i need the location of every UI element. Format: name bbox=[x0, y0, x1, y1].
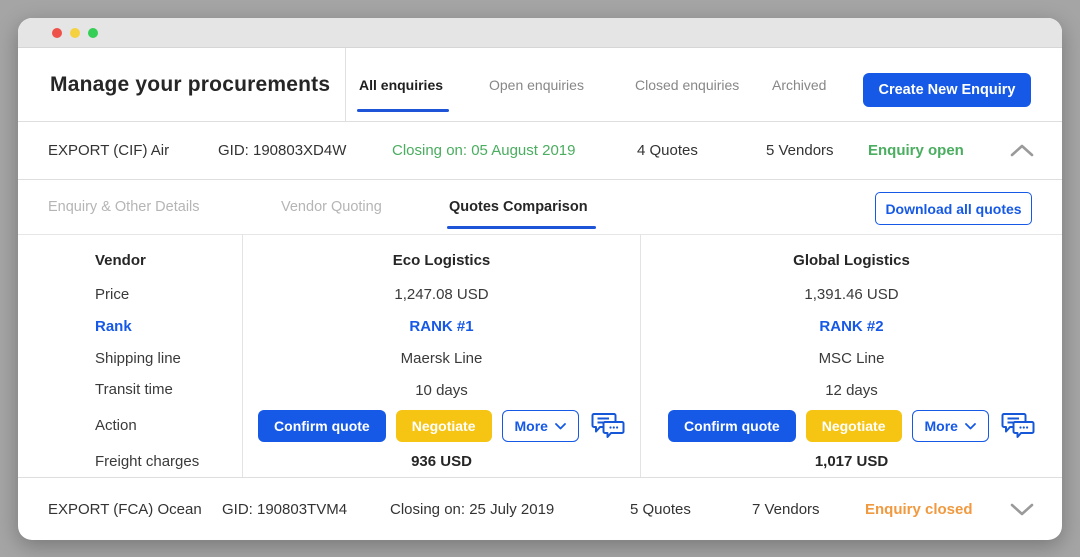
vendor-actions: Confirm quote Negotiate More bbox=[243, 406, 640, 446]
enquiry-row-open: EXPORT (CIF) Air GID: 190803XD4W Closing… bbox=[18, 122, 1062, 180]
vendor-rank: RANK #1 bbox=[243, 311, 640, 343]
vendor-price: 1,391.46 USD bbox=[641, 279, 1062, 311]
vendor-shipping-line: MSC Line bbox=[641, 343, 1062, 375]
vendor-freight-charges: 1,017 USD bbox=[641, 446, 1062, 477]
vendor-transit-time: 10 days bbox=[243, 374, 640, 406]
app-header: Manage your procurements All enquiries O… bbox=[18, 48, 1062, 122]
window-close-button[interactable] bbox=[52, 28, 62, 38]
vendor-name: Global Logistics bbox=[641, 243, 1062, 279]
negotiate-button[interactable]: Negotiate bbox=[396, 410, 492, 442]
label-transit-time: Transit time bbox=[18, 374, 242, 406]
download-all-quotes-button[interactable]: Download all quotes bbox=[875, 192, 1032, 225]
tab-enquiry-other-details[interactable]: Enquiry & Other Details bbox=[48, 180, 200, 234]
chevron-down-icon bbox=[965, 423, 976, 430]
label-price: Price bbox=[18, 279, 242, 311]
confirm-quote-button[interactable]: Confirm quote bbox=[258, 410, 386, 442]
vendor-price: 1,247.08 USD bbox=[243, 279, 640, 311]
enquiry-status-badge: Enquiry closed bbox=[865, 478, 973, 540]
vendor-actions: Confirm quote Negotiate More bbox=[641, 406, 1062, 446]
vendor-freight-charges: 936 USD bbox=[243, 446, 640, 477]
more-actions-button[interactable]: More bbox=[912, 410, 989, 442]
more-actions-button[interactable]: More bbox=[502, 410, 579, 442]
enquiry-quotes-count: 4 Quotes bbox=[637, 122, 698, 179]
tab-quotes-comparison[interactable]: Quotes Comparison bbox=[449, 180, 588, 234]
tab-vendor-quoting[interactable]: Vendor Quoting bbox=[281, 180, 382, 234]
chevron-down-icon[interactable] bbox=[1010, 478, 1034, 540]
label-action: Action bbox=[18, 406, 242, 446]
chat-messages-icon[interactable] bbox=[1001, 412, 1035, 440]
enquiry-detail-tabs: Enquiry & Other Details Vendor Quoting Q… bbox=[18, 180, 1062, 235]
more-label: More bbox=[515, 418, 548, 434]
page-title: Manage your procurements bbox=[50, 48, 330, 121]
tab-closed-enquiries[interactable]: Closed enquiries bbox=[635, 48, 739, 121]
vendor-column-eco-logistics: Eco Logistics 1,247.08 USD RANK #1 Maers… bbox=[243, 235, 641, 477]
enquiry-closing-date: Closing on: 05 August 2019 bbox=[392, 122, 575, 179]
create-new-enquiry-button[interactable]: Create New Enquiry bbox=[863, 73, 1031, 107]
enquiry-status-badge: Enquiry open bbox=[868, 122, 964, 179]
vendor-column-global-logistics: Global Logistics 1,391.46 USD RANK #2 MS… bbox=[641, 235, 1062, 477]
enquiry-gid: GID: 190803TVM4 bbox=[222, 478, 347, 540]
label-shipping-line: Shipping line bbox=[18, 342, 242, 374]
label-freight-charges: Freight charges bbox=[18, 445, 242, 477]
chat-messages-icon[interactable] bbox=[591, 412, 625, 440]
enquiry-closing-date: Closing on: 25 July 2019 bbox=[390, 478, 554, 540]
vendor-transit-time: 12 days bbox=[641, 374, 1062, 406]
chevron-up-icon[interactable] bbox=[1010, 122, 1034, 179]
enquiry-gid: GID: 190803XD4W bbox=[218, 122, 346, 179]
vendor-shipping-line: Maersk Line bbox=[243, 343, 640, 375]
chevron-down-icon bbox=[555, 423, 566, 430]
comparison-label-column: Vendor Price Rank Shipping line Transit … bbox=[18, 235, 243, 477]
tab-all-enquiries[interactable]: All enquiries bbox=[359, 48, 443, 121]
quotes-comparison-table: Vendor Price Rank Shipping line Transit … bbox=[18, 235, 1062, 478]
enquiry-vendors-count: 5 Vendors bbox=[766, 122, 834, 179]
enquiry-row-closed: EXPORT (FCA) Ocean GID: 190803TVM4 Closi… bbox=[18, 478, 1062, 540]
header-divider bbox=[345, 48, 346, 121]
vendor-name: Eco Logistics bbox=[243, 243, 640, 279]
window-zoom-button[interactable] bbox=[88, 28, 98, 38]
vendor-rank: RANK #2 bbox=[641, 311, 1062, 343]
enquiry-vendors-count: 7 Vendors bbox=[752, 478, 820, 540]
label-rank[interactable]: Rank bbox=[18, 310, 242, 342]
label-vendor: Vendor bbox=[18, 243, 242, 279]
enquiry-type: EXPORT (CIF) Air bbox=[48, 122, 169, 179]
tab-archived[interactable]: Archived bbox=[772, 48, 826, 121]
negotiate-button[interactable]: Negotiate bbox=[806, 410, 902, 442]
window-minimize-button[interactable] bbox=[70, 28, 80, 38]
enquiry-type: EXPORT (FCA) Ocean bbox=[48, 478, 202, 540]
more-label: More bbox=[925, 418, 958, 434]
app-window: Manage your procurements All enquiries O… bbox=[18, 18, 1062, 540]
confirm-quote-button[interactable]: Confirm quote bbox=[668, 410, 796, 442]
window-titlebar bbox=[18, 18, 1062, 48]
tab-open-enquiries[interactable]: Open enquiries bbox=[489, 48, 584, 121]
enquiry-quotes-count: 5 Quotes bbox=[630, 478, 691, 540]
